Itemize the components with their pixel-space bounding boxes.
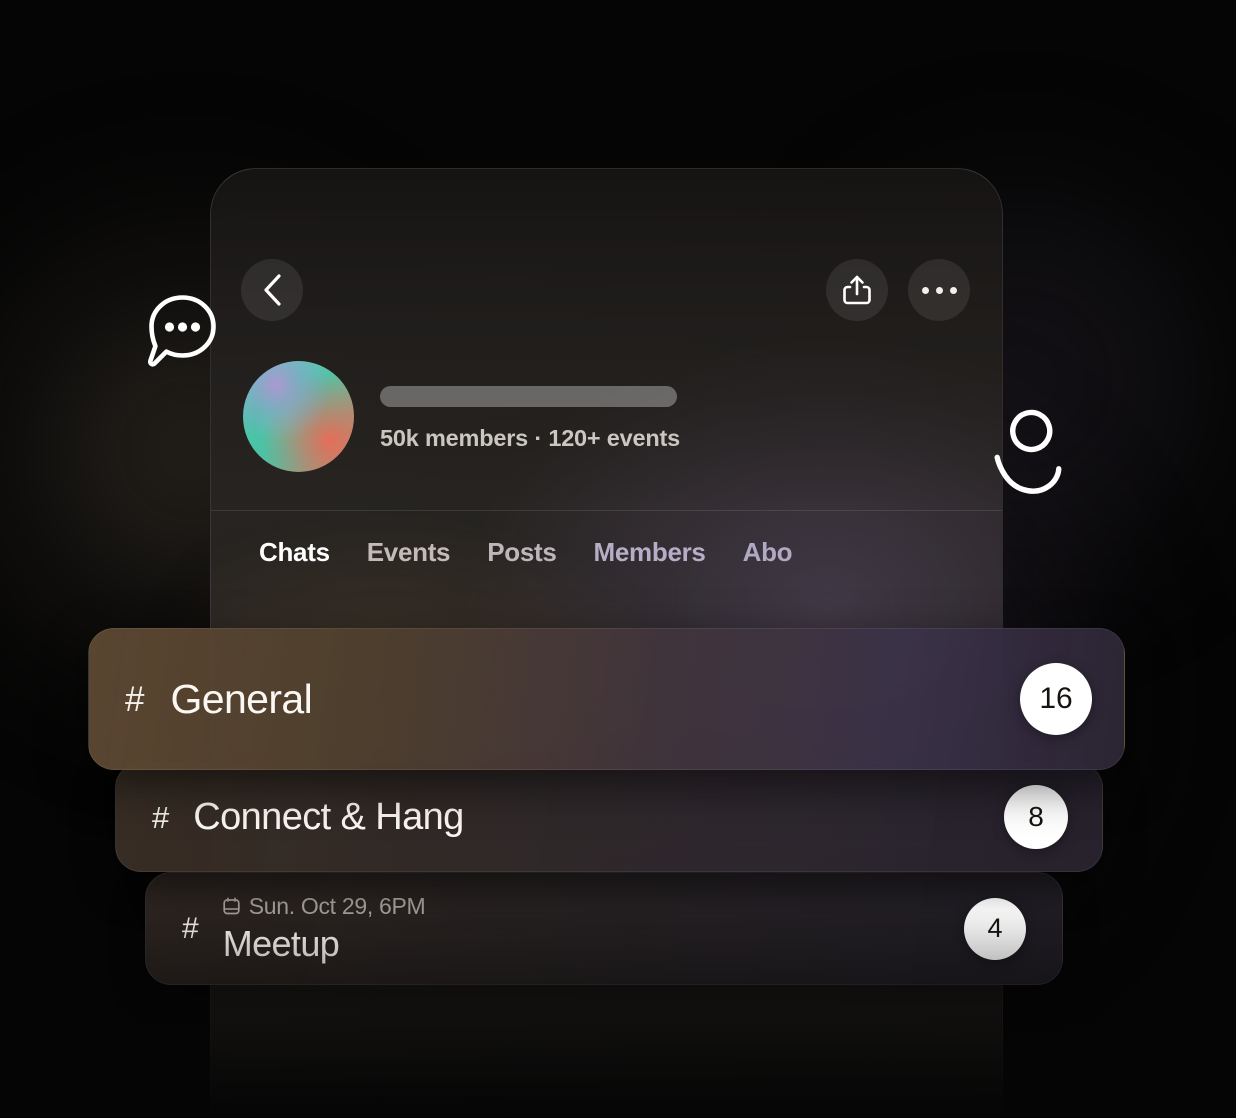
tab-posts[interactable]: Posts bbox=[487, 537, 593, 568]
channel-card-meetup[interactable]: # Sun. Oct 29, 6PM Meetup 4 bbox=[145, 872, 1063, 985]
group-avatar[interactable] bbox=[243, 361, 354, 472]
channel-card-general[interactable]: # General 16 bbox=[88, 628, 1125, 770]
hash-icon: # bbox=[182, 911, 199, 945]
group-title-placeholder bbox=[380, 385, 677, 407]
screen-root: 50k members · 120+ events Chats Events P… bbox=[0, 0, 1236, 1118]
calendar-icon bbox=[223, 897, 240, 914]
channel-body: General bbox=[170, 676, 1020, 723]
hash-icon: # bbox=[125, 679, 145, 719]
unread-badge: 8 bbox=[1004, 785, 1068, 849]
back-button[interactable] bbox=[241, 259, 303, 321]
tab-list: Chats Events Posts Members Abo bbox=[211, 511, 1002, 568]
channel-name: Meetup bbox=[222, 922, 340, 964]
tab-about[interactable]: Abo bbox=[743, 537, 830, 568]
share-button[interactable] bbox=[826, 259, 888, 321]
channel-date-text: Sun. Oct 29, 6PM bbox=[248, 892, 426, 919]
hash-icon: # bbox=[152, 799, 170, 835]
group-meta-stats: 50k members · 120+ events bbox=[380, 424, 681, 451]
channel-date-row: Sun. Oct 29, 6PM bbox=[223, 893, 964, 920]
channel-card-connect-and-hang[interactable]: # Connect & Hang 8 bbox=[115, 762, 1103, 872]
channel-name: Connect & Hang bbox=[193, 795, 464, 838]
ellipsis-icon bbox=[921, 286, 957, 294]
group-header: 50k members · 120+ events bbox=[211, 169, 1002, 510]
group-identity-text: 50k members · 120+ events bbox=[380, 382, 680, 452]
tab-bar: Chats Events Posts Members Abo bbox=[211, 510, 1002, 633]
share-up-icon bbox=[843, 275, 871, 305]
unread-badge: 16 bbox=[1020, 663, 1092, 735]
channel-body: Connect & Hang bbox=[193, 796, 1004, 839]
chevron-left-icon bbox=[264, 274, 281, 306]
more-options-button[interactable] bbox=[908, 259, 970, 321]
unread-badge: 4 bbox=[964, 897, 1026, 960]
tab-members[interactable]: Members bbox=[594, 537, 743, 568]
tab-chats[interactable]: Chats bbox=[259, 537, 367, 568]
group-identity: 50k members · 120+ events bbox=[243, 361, 970, 472]
channel-body: Sun. Oct 29, 6PM Meetup bbox=[223, 893, 964, 965]
channel-name: General bbox=[170, 675, 313, 722]
tab-events[interactable]: Events bbox=[367, 537, 487, 568]
